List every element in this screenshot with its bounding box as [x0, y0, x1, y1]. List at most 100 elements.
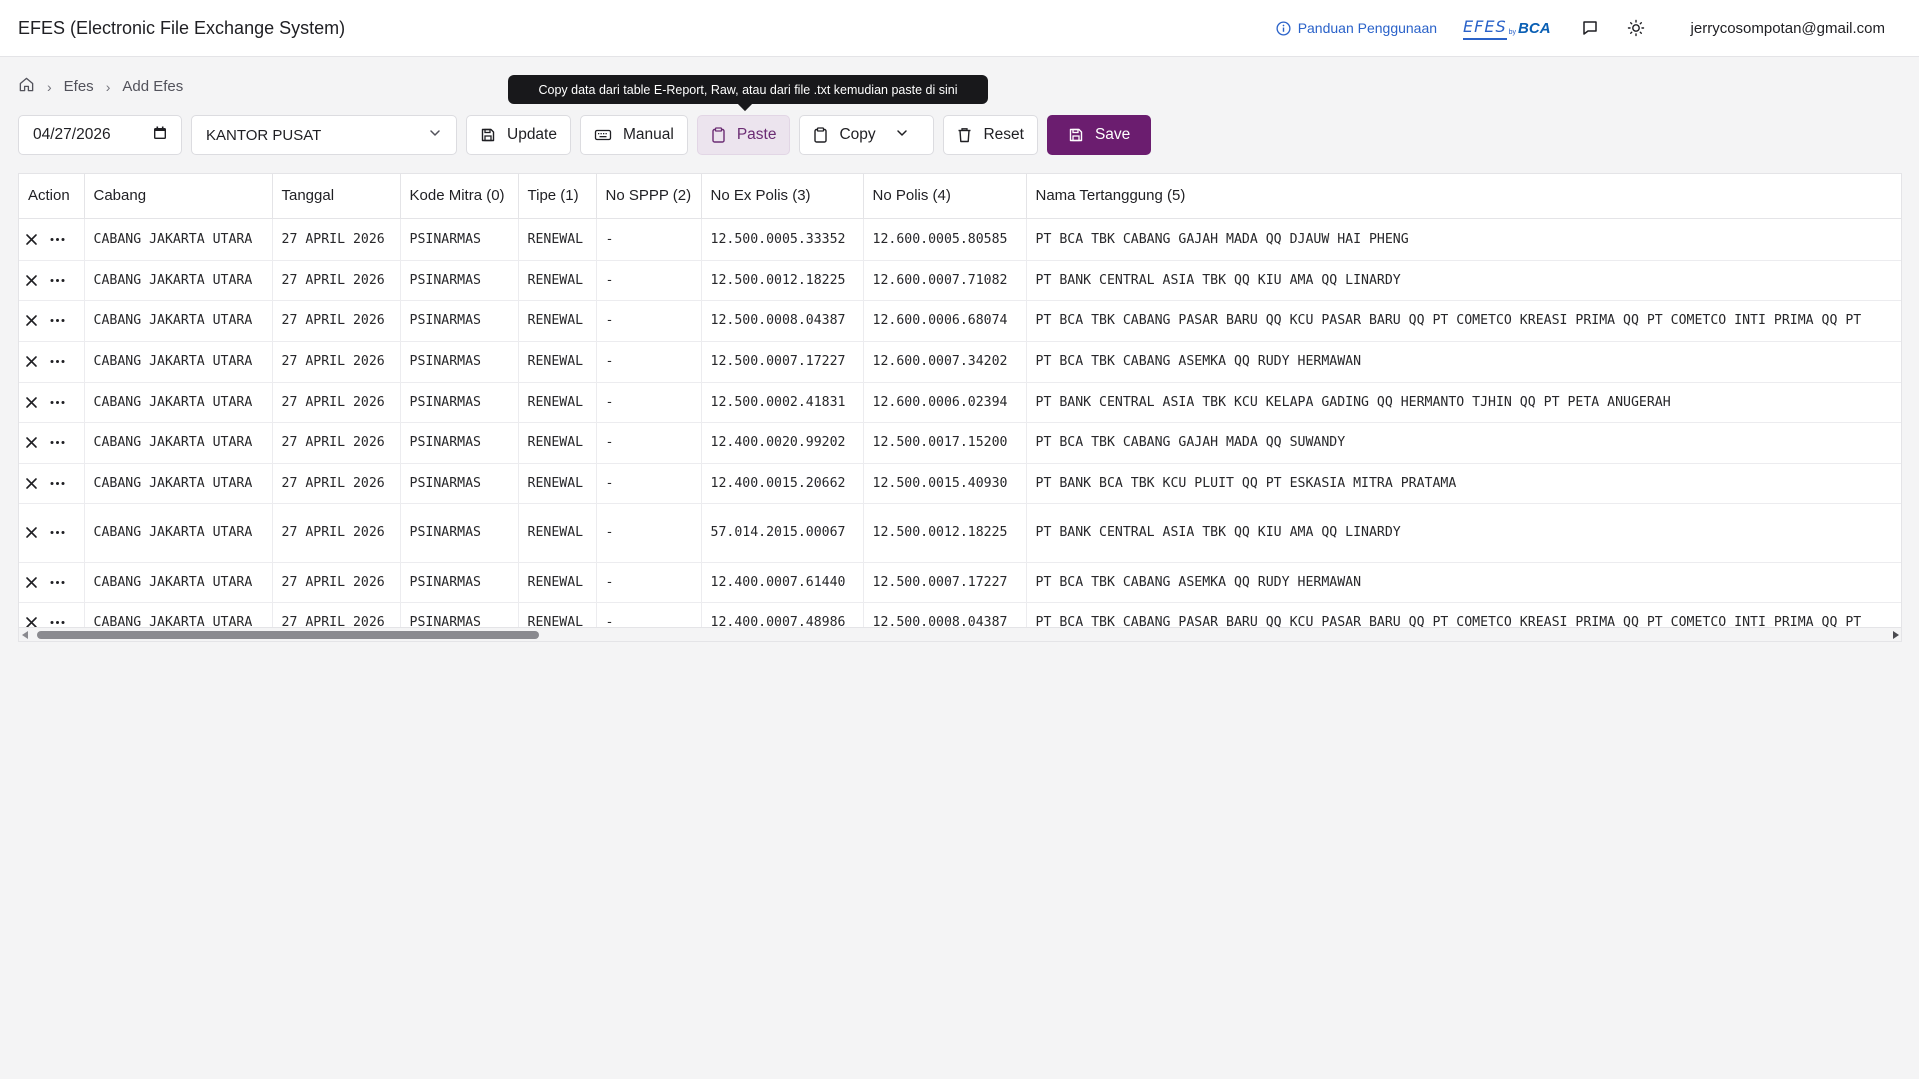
col-header-no-sppp[interactable]: No SPPP (2)	[596, 174, 702, 219]
table-row[interactable]: CABANG JAKARTA UTARA 27 APRIL 2026 PSINARM…	[19, 300, 1901, 342]
more-options-icon[interactable]	[50, 620, 65, 625]
cell-cabang: CABANG JAKARTA UTARA	[84, 562, 273, 603]
cell-cabang: CABANG JAKARTA UTARA	[84, 422, 273, 464]
cell-no-sppp: -	[596, 260, 702, 301]
table-row[interactable]: CABANG JAKARTA UTARA 27 APRIL 2026 PSINARM…	[19, 463, 1901, 504]
more-options-icon[interactable]	[50, 359, 65, 364]
chevron-down-icon	[428, 126, 442, 144]
more-options-icon[interactable]	[50, 237, 65, 242]
copy-button[interactable]: Copy	[799, 115, 935, 155]
cell-kode-mitra: PSINARMAS	[400, 260, 519, 301]
save-disk-icon	[481, 128, 495, 142]
cell-nama-tertanggung: PT BCA TBK CABANG GAJAH MADA QQ SUWANDY	[1026, 422, 1901, 464]
user-guide-link[interactable]: Panduan Penggunaan	[1276, 20, 1437, 36]
table-row[interactable]: CABANG JAKARTA UTARA 27 APRIL 2026 PSINARM…	[19, 341, 1901, 383]
cell-tipe: RENEWAL	[518, 422, 597, 464]
delete-row-icon[interactable]	[25, 396, 38, 409]
cell-action	[19, 218, 85, 261]
user-email[interactable]: jerrycosompotan@gmail.com	[1691, 20, 1885, 37]
delete-row-icon[interactable]	[25, 355, 38, 368]
cell-action	[19, 260, 85, 301]
office-select[interactable]: KANTOR PUSAT	[191, 115, 457, 155]
more-options-icon[interactable]	[50, 278, 65, 283]
col-header-action: Action	[19, 174, 85, 219]
cell-no-polis: 12.500.0007.17227	[863, 562, 1027, 603]
cell-cabang: CABANG JAKARTA UTARA	[84, 300, 273, 342]
col-header-kode-mitra[interactable]: Kode Mitra (0)	[400, 174, 519, 219]
cell-cabang: CABANG JAKARTA UTARA	[84, 218, 273, 261]
save-label: Save	[1094, 126, 1131, 143]
cell-no-sppp: -	[596, 382, 702, 423]
col-header-no-polis[interactable]: No Polis (4)	[863, 174, 1027, 219]
calendar-icon[interactable]	[153, 126, 167, 145]
cell-no-polis: 12.600.0007.34202	[863, 341, 1027, 383]
table-row[interactable]: CABANG JAKARTA UTARA 27 APRIL 2026 PSINARM…	[19, 562, 1901, 603]
cell-tipe: RENEWAL	[518, 382, 597, 423]
cell-kode-mitra: PSINARMAS	[400, 218, 519, 261]
brand-by-text: by	[1508, 28, 1517, 36]
table-row[interactable]: CABANG JAKARTA UTARA 27 APRIL 2026 PSINARM…	[19, 218, 1901, 261]
cell-no-sppp: -	[596, 341, 702, 383]
chevron-down-icon[interactable]	[895, 126, 920, 145]
date-value: 04/27/2026	[33, 126, 111, 143]
breadcrumb-item-efes[interactable]: Efes	[64, 78, 94, 95]
col-header-nama-tertanggung[interactable]: Nama Tertanggung (5)	[1026, 174, 1901, 219]
cell-tanggal: 27 APRIL 2026	[272, 341, 401, 383]
cell-cabang: CABANG JAKARTA UTARA	[84, 260, 273, 301]
delete-row-icon[interactable]	[25, 436, 38, 449]
user-guide-label: Panduan Penggunaan	[1297, 20, 1438, 36]
delete-row-icon[interactable]	[25, 233, 38, 246]
scroll-right-arrow-icon[interactable]	[1893, 631, 1899, 639]
office-select-value: KANTOR PUSAT	[206, 126, 322, 144]
more-options-icon[interactable]	[50, 481, 65, 486]
update-button[interactable]: Update	[466, 115, 571, 155]
col-header-tanggal[interactable]: Tanggal	[272, 174, 401, 219]
more-options-icon[interactable]	[50, 580, 65, 585]
more-options-icon[interactable]	[50, 400, 65, 405]
col-header-tipe[interactable]: Tipe (1)	[518, 174, 597, 219]
chevron-right-icon: ›	[105, 78, 111, 95]
cell-cabang: CABANG JAKARTA UTARA	[84, 463, 273, 504]
paste-label: Paste	[736, 126, 777, 143]
table-row[interactable]: CABANG JAKARTA UTARA 27 APRIL 2026 PSINARM…	[19, 503, 1901, 563]
table-row[interactable]: CABANG JAKARTA UTARA 27 APRIL 2026 PSINARM…	[19, 382, 1901, 423]
reset-label: Reset	[983, 126, 1024, 143]
col-header-cabang[interactable]: Cabang	[84, 174, 273, 219]
cell-no-sppp: -	[596, 503, 702, 563]
col-header-no-ex-polis[interactable]: No Ex Polis (3)	[701, 174, 864, 219]
table-row[interactable]: CABANG JAKARTA UTARA 27 APRIL 2026 PSINARM…	[19, 422, 1901, 464]
paste-tooltip: Copy data dari table E-Report, Raw, atau…	[508, 75, 988, 104]
more-options-icon[interactable]	[50, 318, 65, 323]
more-options-icon[interactable]	[50, 530, 65, 535]
cell-nama-tertanggung: PT BCA TBK CABANG GAJAH MADA QQ DJAUW HA…	[1026, 218, 1901, 261]
info-icon	[1276, 20, 1291, 36]
scrollbar-thumb[interactable]	[37, 631, 539, 639]
cell-tanggal: 27 APRIL 2026	[272, 422, 401, 464]
cell-tanggal: 27 APRIL 2026	[272, 300, 401, 342]
paste-button[interactable]: Paste	[696, 115, 791, 155]
table-row[interactable]: CABANG JAKARTA UTARA 27 APRIL 2026 PSINARM…	[19, 260, 1901, 301]
manual-button[interactable]: Manual	[579, 115, 688, 155]
cell-no-sppp: -	[596, 463, 702, 504]
delete-row-icon[interactable]	[25, 526, 38, 539]
delete-row-icon[interactable]	[25, 314, 38, 327]
date-input[interactable]: 04/27/2026	[18, 115, 182, 155]
trash-icon	[958, 128, 971, 143]
save-disk-icon	[1069, 128, 1083, 142]
scroll-left-arrow-icon[interactable]	[22, 631, 28, 639]
cell-nama-tertanggung: PT BANK BCA TBK KCU PLUIT QQ PT ESKASIA …	[1026, 463, 1901, 504]
clipboard-icon	[712, 127, 725, 143]
cell-cabang: CABANG JAKARTA UTARA	[84, 382, 273, 423]
delete-row-icon[interactable]	[25, 576, 38, 589]
reset-button[interactable]: Reset	[943, 115, 1038, 155]
message-icon[interactable]	[1579, 17, 1601, 39]
more-options-icon[interactable]	[50, 440, 65, 445]
delete-row-icon[interactable]	[25, 477, 38, 490]
sun-icon[interactable]	[1625, 17, 1647, 39]
home-icon[interactable]	[18, 76, 35, 97]
horizontal-scrollbar[interactable]	[19, 627, 1901, 641]
delete-row-icon[interactable]	[25, 274, 38, 287]
save-button[interactable]: Save	[1046, 115, 1152, 155]
clipboard-icon	[814, 127, 828, 143]
cell-no-ex-polis: 12.500.0012.18225	[701, 260, 864, 301]
